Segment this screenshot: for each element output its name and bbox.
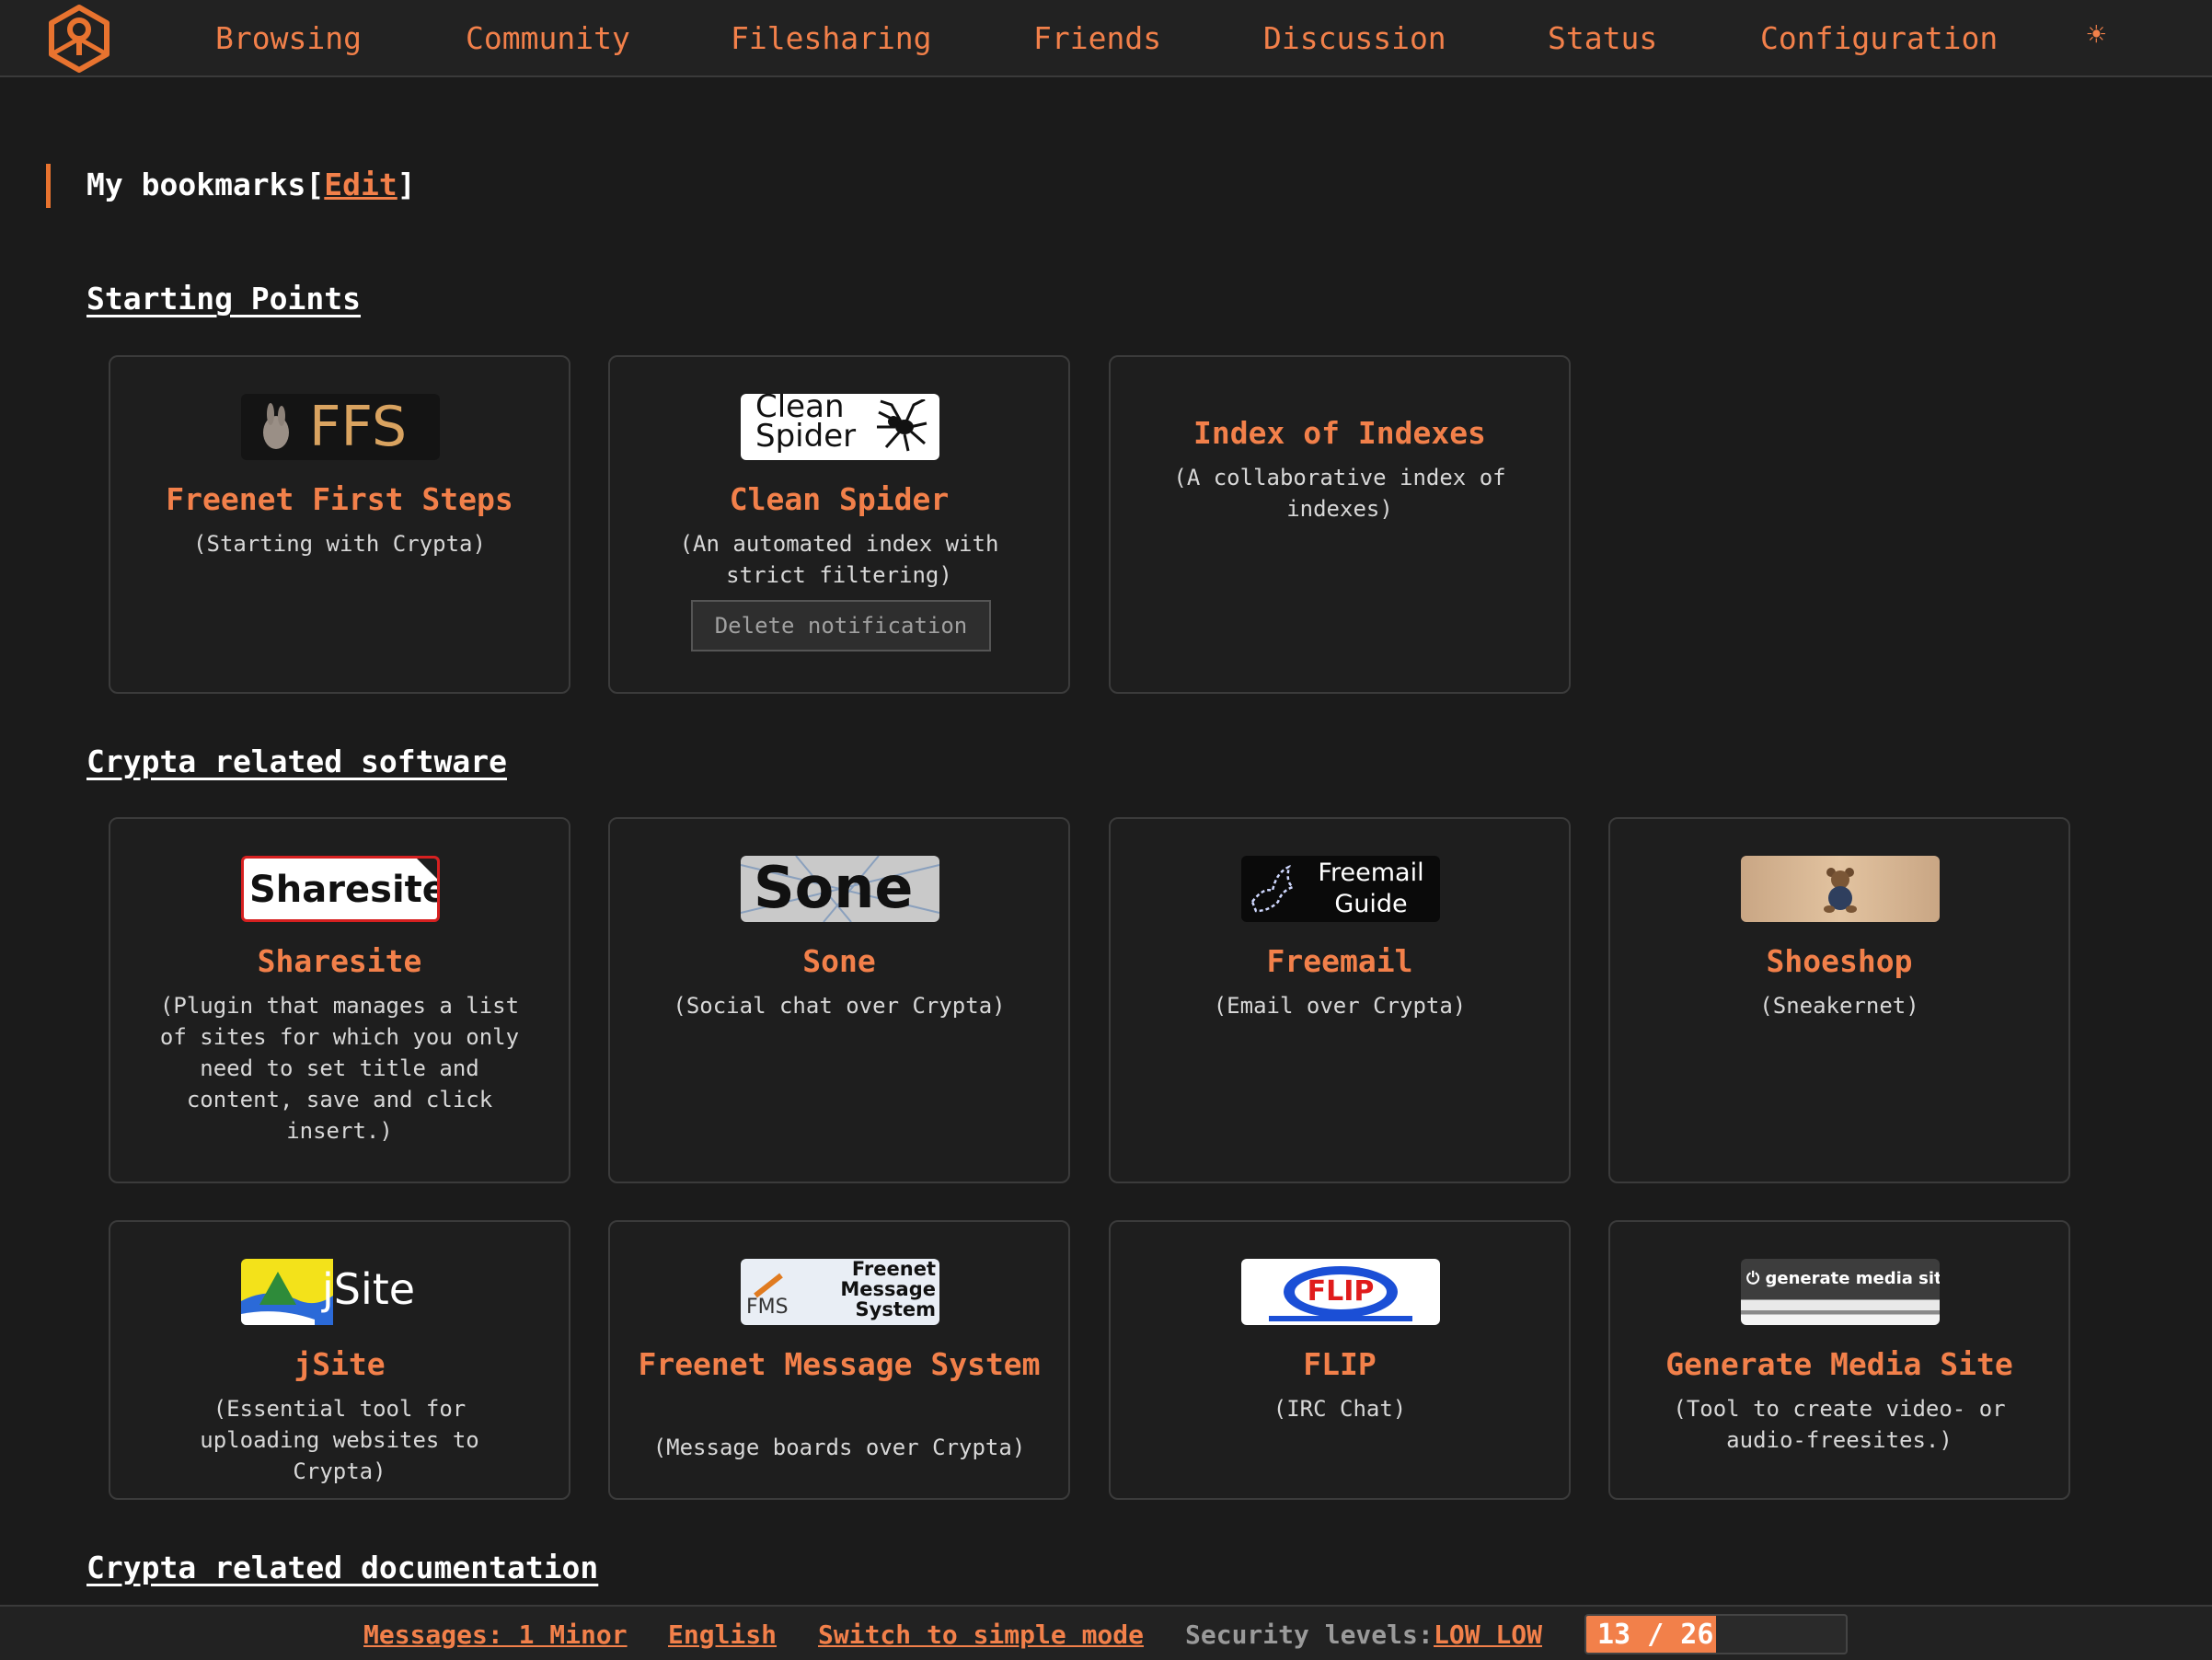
bracket-open: [ — [305, 167, 325, 202]
bookmark-card-sharesite[interactable]: Sharesite Sharesite (Plugin that manages… — [109, 817, 570, 1183]
delete-notification-button[interactable]: Delete notification — [691, 600, 991, 651]
sharesite-logo-text: Sharesite — [249, 869, 440, 911]
card-title[interactable]: jSite — [120, 1345, 559, 1383]
language-link[interactable]: English — [668, 1620, 777, 1651]
bookmarks-title: My bookmarks[Edit] — [86, 166, 416, 204]
section-accent-bar — [46, 164, 51, 208]
card-description: (Social chat over Crypta) — [673, 993, 1006, 1019]
card-title[interactable]: Freenet First Steps — [120, 480, 559, 518]
flip-logo[interactable]: FLIP — [1241, 1259, 1440, 1325]
fms-logo[interactable]: Freenet Message System FMS — [741, 1259, 939, 1325]
bookmark-card-freenet-message-system[interactable]: Freenet Message System FMS Freenet Messa… — [608, 1220, 1070, 1500]
section-title-starting-points[interactable]: Starting Points — [86, 279, 361, 319]
fms-logo-text: Freenet Message System — [840, 1259, 936, 1320]
freemail-logo[interactable]: Freemail Guide — [1241, 856, 1440, 922]
pencil-icon — [754, 1273, 783, 1298]
card-description: (Starting with Crypta) — [193, 531, 486, 557]
nav-status[interactable]: Status — [1548, 18, 1657, 59]
bookmark-card-freemail[interactable]: Freemail Guide Freemail (Email over Cryp… — [1109, 817, 1571, 1183]
status-bar: Messages: 1 Minor English Switch to simp… — [0, 1605, 2212, 1660]
bookmark-card-generate-media-site[interactable]: ⏻ generate media site Generate Media Sit… — [1608, 1220, 2070, 1500]
sone-logo[interactable]: Sone — [741, 856, 939, 922]
bookmark-card-index-of-indexes[interactable]: Index of Indexes (A collaborative index … — [1109, 355, 1571, 694]
freemail-logo-text: Freemail Guide — [1318, 859, 1424, 918]
progress-label: 13 / 26 — [1597, 1619, 1714, 1651]
sun-icon[interactable]: ☀ — [2087, 17, 2105, 53]
power-icon: ⏻ — [1746, 1269, 1766, 1288]
generate-media-site-logo[interactable]: ⏻ generate media site — [1741, 1259, 1940, 1325]
bookmark-card-clean-spider[interactable]: Clean Spider Clean Spider (An automated … — [608, 355, 1070, 694]
teddy-bear-icon — [1824, 868, 1857, 913]
nav-configuration[interactable]: Configuration — [1760, 18, 1998, 59]
bookmark-card-jsite[interactable]: jSite jSite (Essential tool for uploadin… — [109, 1220, 570, 1500]
card-description: (IRC Chat) — [1273, 1396, 1407, 1422]
card-title[interactable]: Freemail — [1120, 942, 1560, 980]
bookmark-card-flip[interactable]: FLIP FLIP (IRC Chat) — [1109, 1220, 1571, 1500]
flip-logo-text: FLIP — [1307, 1275, 1375, 1308]
card-description: (Tool to create video- or audio-freesite… — [1673, 1396, 2006, 1453]
nav-discussion[interactable]: Discussion — [1263, 18, 1446, 59]
card-title[interactable]: FLIP — [1120, 1345, 1560, 1383]
clean-spider-logo[interactable]: Clean Spider — [741, 394, 939, 460]
card-title[interactable]: Clean Spider — [619, 480, 1059, 518]
card-title[interactable]: Sone — [619, 942, 1059, 980]
edit-bookmarks-link[interactable]: Edit — [324, 167, 397, 202]
nav-friends[interactable]: Friends — [1033, 18, 1161, 59]
card-title[interactable]: Generate Media Site — [1619, 1345, 2059, 1383]
nav-community[interactable]: Community — [466, 18, 630, 59]
section-title-documentation[interactable]: Crypta related documentation — [86, 1548, 598, 1588]
card-title[interactable]: Index of Indexes — [1120, 414, 1560, 452]
messages-link[interactable]: Messages: 1 Minor — [363, 1620, 628, 1651]
bookmark-card-freenet-first-steps[interactable]: FFS Freenet First Steps (Starting with C… — [109, 355, 570, 694]
security-levels-label: Security levels: — [1185, 1620, 1434, 1650]
bookmarks-title-text: My bookmarks — [86, 167, 306, 202]
card-description: (Plugin that manages a list of sites for… — [159, 993, 520, 1144]
nav-browsing[interactable]: Browsing — [215, 18, 362, 59]
clean-spider-logo-text: Clean Spider — [755, 394, 857, 455]
ffs-logo-text: FFS — [309, 395, 408, 459]
progress-bar: 13 / 26 — [1584, 1614, 1848, 1654]
jsite-logo[interactable]: jSite — [241, 1259, 440, 1325]
shoeshop-logo[interactable] — [1741, 856, 1940, 922]
security-levels-link[interactable]: LOW LOW — [1434, 1620, 1542, 1651]
sone-logo-text: Sone — [754, 856, 914, 921]
bookmark-card-shoeshop[interactable]: Shoeshop (Sneakernet) — [1608, 817, 2070, 1183]
card-description: (Sneakernet) — [1759, 993, 1919, 1019]
bookmark-card-sone[interactable]: Sone Sone (Social chat over Crypta) — [608, 817, 1070, 1183]
nav-filesharing[interactable]: Filesharing — [731, 18, 932, 59]
jsite-logo-text: jSite — [322, 1264, 416, 1314]
logo-text: generate media site — [1765, 1269, 1940, 1288]
card-title[interactable]: Freenet Message System — [619, 1345, 1059, 1383]
freenet-first-steps-logo[interactable]: FFS — [241, 394, 440, 460]
section-title-software[interactable]: Crypta related software — [86, 742, 507, 782]
card-description: (An automated index with strict filterin… — [679, 531, 999, 588]
card-description: (Essential tool for uploading websites t… — [200, 1396, 479, 1484]
top-navigation: Browsing Community Filesharing Friends D… — [0, 0, 2212, 77]
card-description: (A collaborative index of indexes) — [1173, 465, 1506, 522]
bracket-close: ] — [397, 167, 416, 202]
simple-mode-link[interactable]: Switch to simple mode — [818, 1620, 1144, 1651]
card-title[interactable]: Shoeshop — [1619, 942, 2059, 980]
spider-icon — [877, 399, 927, 452]
hexagon-logo-icon[interactable] — [42, 2, 116, 75]
card-title[interactable]: Sharesite — [120, 942, 559, 980]
sharesite-logo[interactable]: Sharesite — [241, 856, 440, 922]
card-description: (Message boards over Crypta) — [652, 1435, 1026, 1460]
generate-media-site-logo-text: ⏻ generate media site — [1746, 1268, 1940, 1290]
folded-corner — [417, 859, 437, 879]
dove-icon — [1250, 864, 1296, 913]
card-description: (Email over Crypta) — [1213, 993, 1467, 1019]
